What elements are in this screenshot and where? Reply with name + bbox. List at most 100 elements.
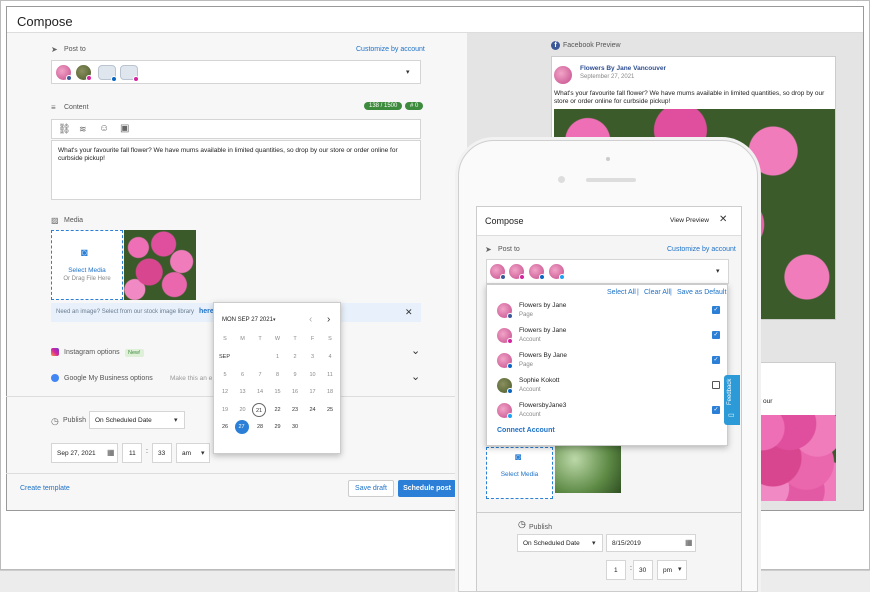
chevron-down-icon[interactable]: ⌄ (411, 344, 420, 357)
chevron-down-icon[interactable]: ▾ (273, 317, 276, 323)
page-avatar (554, 66, 572, 84)
customize-by-account-link[interactable]: Customize by account (356, 46, 425, 53)
publish-mode-select[interactable]: On Scheduled Date ▾ (89, 411, 185, 429)
calendar-day[interactable]: 28 (252, 420, 268, 434)
account-checkbox[interactable] (712, 381, 720, 389)
mobile-ampm-select[interactable]: pm ▾ (657, 560, 687, 580)
clear-all-link[interactable]: Clear All (644, 289, 670, 296)
account-avatar[interactable] (76, 65, 92, 81)
account-checkbox[interactable]: ✓ (712, 331, 720, 339)
calendar-day[interactable]: 16 (287, 385, 303, 399)
save-draft-button[interactable]: Save draft (348, 480, 394, 497)
account-row[interactable]: Flowers by Jane Account ✓ (487, 324, 727, 348)
calendar-icon[interactable]: ▦ (685, 538, 693, 547)
calendar-day[interactable]: 29 (270, 420, 286, 434)
layout-icon[interactable]: ▣ (120, 123, 129, 134)
feedback-tab[interactable]: Feedback ▭ (724, 375, 740, 425)
calendar-day[interactable]: 27 (234, 420, 249, 434)
calendar-month-short: SEP (219, 354, 231, 360)
calendar-day[interactable]: 20 (235, 403, 251, 417)
connect-account-link[interactable]: Connect Account (497, 427, 555, 434)
link-icon[interactable]: ⛓ (58, 124, 71, 135)
schedule-post-button[interactable]: Schedule post (398, 480, 456, 497)
account-avatar[interactable] (490, 264, 506, 280)
chevron-down-icon[interactable]: ⌄ (411, 370, 420, 383)
account-avatar[interactable] (529, 264, 545, 280)
instagram-options-label[interactable]: Instagram options (64, 349, 120, 356)
calendar-day[interactable]: 3 (305, 350, 321, 364)
media-thumbnail-flowers[interactable] (124, 230, 196, 300)
account-checkbox[interactable]: ✓ (712, 356, 720, 364)
account-avatar[interactable] (509, 264, 525, 280)
content-textarea[interactable]: What's your favourite fall flower? We ha… (51, 140, 421, 200)
calendar-day[interactable]: 24 (305, 403, 321, 417)
account-row[interactable]: Flowers by Jane Page ✓ (487, 299, 727, 323)
account-avatar[interactable] (549, 264, 565, 280)
account-checkbox[interactable]: ✓ (712, 306, 720, 314)
mobile-post-to-selector[interactable]: ▾ (486, 259, 729, 284)
chevron-left-icon[interactable]: ‹ (309, 314, 312, 325)
calendar-day[interactable]: 23 (287, 403, 303, 417)
calendar-day[interactable]: 25 (322, 403, 338, 417)
calendar-day[interactable]: 26 (217, 420, 233, 434)
account-row[interactable]: Sophie Kokott Account (487, 374, 727, 398)
calendar-day[interactable]: 22 (270, 403, 286, 417)
calendar-day[interactable]: 5 (217, 368, 233, 382)
post-to-selector[interactable]: ▾ (51, 60, 421, 84)
chevron-down-icon[interactable]: ▾ (716, 267, 720, 275)
ampm-select[interactable]: am ▾ (176, 443, 210, 463)
hour-input[interactable]: 11 (122, 443, 142, 463)
calendar-day[interactable]: 10 (305, 368, 321, 382)
calendar-day[interactable]: 11 (322, 368, 338, 382)
save-as-default-link[interactable]: Save as Default (677, 289, 726, 296)
calendar-day[interactable]: 18 (322, 385, 338, 399)
rss-icon[interactable]: ≋ (79, 124, 87, 135)
calendar-day[interactable]: 4 (322, 350, 338, 364)
close-icon[interactable]: ✕ (719, 214, 727, 225)
account-avatar[interactable] (98, 65, 117, 82)
emoji-icon[interactable]: ☺ (99, 123, 109, 134)
calendar-month-label[interactable]: MON SEP 27 2021 (222, 317, 273, 323)
calendar-day[interactable]: 9 (287, 368, 303, 382)
view-preview-link[interactable]: View Preview (670, 217, 709, 224)
calendar-day[interactable]: 21 (252, 402, 266, 417)
calendar-day[interactable]: 2 (287, 350, 303, 364)
calendar-day[interactable]: 30 (287, 420, 303, 434)
calendar-day[interactable]: 6 (235, 368, 251, 382)
mobile-date-input[interactable]: 8/15/2019 ▦ (606, 534, 696, 552)
date-input[interactable]: Sep 27, 2021 ▦ (51, 443, 118, 463)
account-avatar (497, 303, 513, 319)
mobile-media-thumbnail[interactable] (555, 445, 621, 493)
account-avatar[interactable] (56, 65, 72, 81)
mobile-publish-mode-select[interactable]: On Scheduled Date ▾ (517, 534, 603, 552)
mobile-upload-dropzone[interactable]: ◙ Select Media (486, 447, 553, 499)
minute-input[interactable]: 33 (152, 443, 172, 463)
mobile-customize-link[interactable]: Customize by account (667, 246, 736, 253)
stock-image-link[interactable]: here (199, 308, 214, 315)
account-row[interactable]: FlowersbyJane3 Account ✓ (487, 399, 727, 423)
mobile-hour-input[interactable]: 1 (606, 560, 626, 580)
calendar-day[interactable]: 17 (305, 385, 321, 399)
chevron-down-icon: ▾ (678, 566, 682, 573)
close-icon[interactable]: ✕ (405, 307, 413, 318)
gmb-options-label[interactable]: Google My Business options (64, 375, 153, 382)
calendar-day[interactable]: 1 (270, 350, 286, 364)
calendar-icon[interactable]: ▦ (107, 448, 115, 457)
calendar-day[interactable]: 12 (217, 385, 233, 399)
account-checkbox[interactable]: ✓ (712, 406, 720, 414)
divider (477, 512, 741, 513)
create-template-link[interactable]: Create template (20, 485, 70, 492)
calendar-day[interactable]: 7 (252, 368, 268, 382)
account-row[interactable]: Flowers By Jane Page ✓ (487, 349, 727, 373)
select-all-link[interactable]: Select All (607, 289, 636, 296)
calendar-day[interactable]: 19 (217, 403, 233, 417)
chevron-down-icon[interactable]: ▾ (406, 68, 410, 76)
mobile-minute-input[interactable]: 30 (633, 560, 653, 580)
calendar-day[interactable]: 13 (235, 385, 251, 399)
chevron-right-icon[interactable]: › (327, 314, 330, 325)
calendar-day[interactable]: 15 (270, 385, 286, 399)
account-avatar[interactable] (120, 65, 139, 82)
calendar-day[interactable]: 14 (252, 385, 268, 399)
calendar-day[interactable]: 8 (270, 368, 286, 382)
upload-dropzone[interactable]: ◙ Select Media Or Drag File Here (51, 230, 123, 300)
